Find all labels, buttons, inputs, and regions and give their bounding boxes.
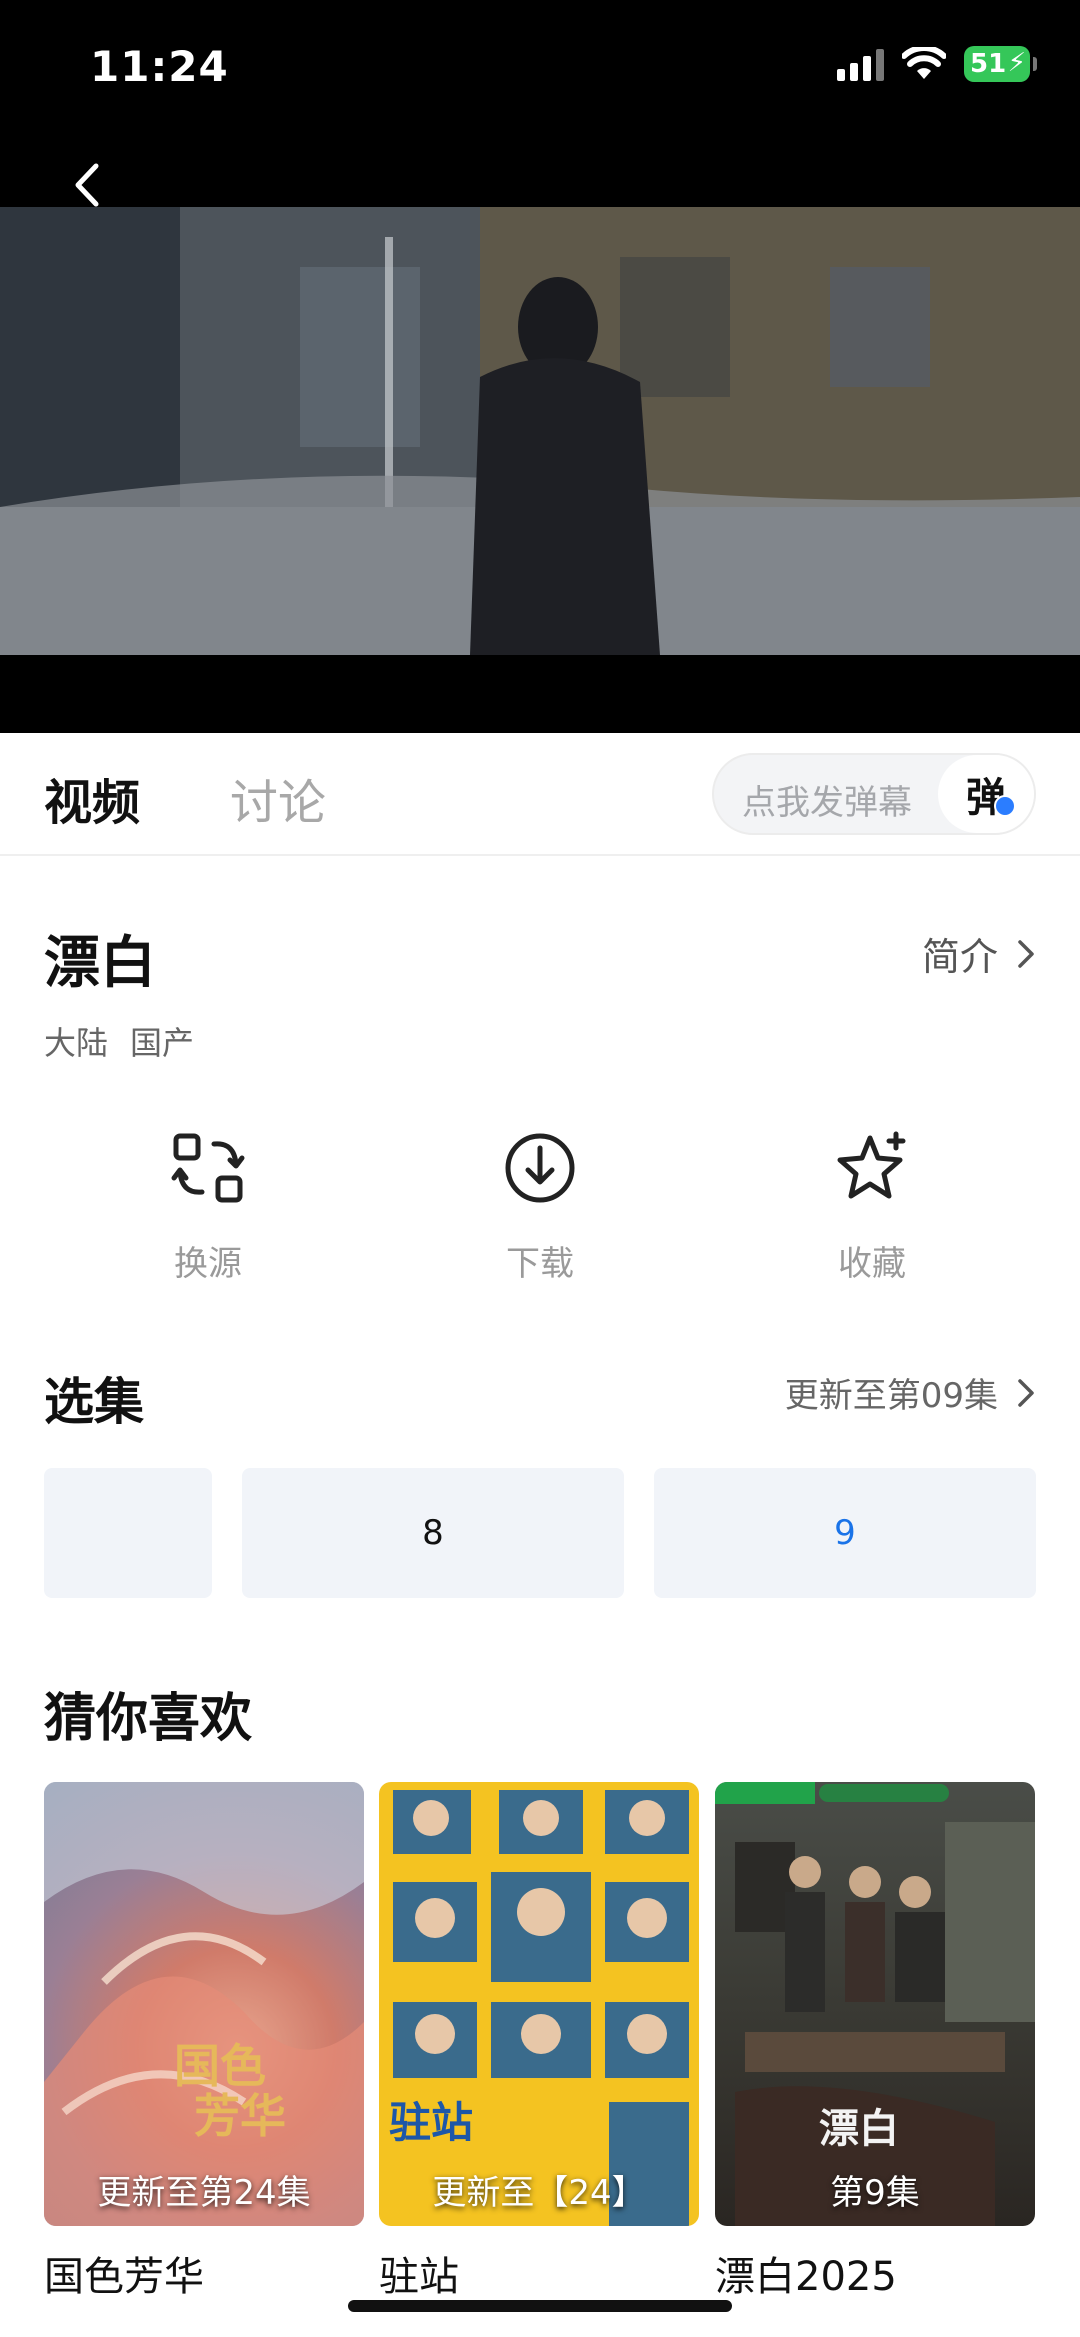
intro-label: 简介 (921, 935, 998, 979)
recommend-title: 猜你喜欢 (44, 1689, 253, 1749)
episode-number: 8 (422, 1513, 444, 1553)
back-arrow-icon[interactable] (64, 160, 114, 210)
recommend-name: 漂白2025 (715, 2254, 897, 2300)
tag-origin: 国产 (130, 1024, 195, 1062)
switch-source-icon (171, 1133, 245, 1203)
svg-text:国色: 国色 (174, 2039, 266, 2093)
page-title: 漂白 (44, 931, 156, 996)
video-scene (0, 207, 1080, 655)
episodes-update-text: 更新至第09集 (784, 1376, 998, 1416)
tab-video[interactable]: 视频 (44, 763, 140, 833)
poster-badge: 更新至第24集 (97, 2173, 311, 2213)
intro-link[interactable]: 简介 (922, 926, 1036, 981)
svg-text:漂白: 漂白 (819, 2106, 899, 2152)
download-button[interactable]: 下载 (440, 1130, 640, 1285)
poster-badge: 更新至【24】 (432, 2173, 646, 2213)
tabs-bar: 视频 讨论 点我发弹幕 弹 (0, 733, 1080, 856)
status-icons: 51 ⚡ (837, 46, 1037, 82)
check-badge-icon (994, 795, 1016, 817)
danmu-toggle-button[interactable]: 弹 (938, 755, 1034, 833)
battery-icon: 51 ⚡ (964, 46, 1037, 82)
poster-image[interactable]: 国色 芳华 更新至第24集 (44, 1782, 364, 2226)
episode-number: 9 (834, 1513, 856, 1553)
svg-text:芳华: 芳华 (194, 2089, 286, 2143)
recommend-name: 驻站 (379, 2254, 459, 2300)
danmu-input[interactable]: 点我发弹幕 弹 (712, 753, 1036, 835)
switch-source-label: 换源 (174, 1244, 242, 1284)
switch-source-button[interactable]: 换源 (108, 1130, 308, 1285)
recommend-card[interactable]: 驻站 更新至【24】 驻站 (379, 1782, 699, 2302)
status-time: 11:24 (90, 42, 229, 91)
danmu-placeholder: 点我发弹幕 (742, 783, 912, 823)
svg-text:驻站: 驻站 (389, 2098, 473, 2147)
action-row: 换源 下载 收藏 (0, 1130, 1080, 1284)
recommend-card[interactable]: 漂白 第9集 漂白2025 (715, 1782, 1035, 2302)
episodes-more-link[interactable]: 更新至第09集 (785, 1368, 1036, 1417)
poster-badge: 第9集 (830, 2173, 920, 2213)
video-frame[interactable] (0, 207, 1080, 655)
episodes-title: 选集 (44, 1373, 144, 1431)
battery-level: 51 (970, 49, 1007, 79)
favorite-button[interactable]: 收藏 (772, 1130, 972, 1285)
recommend-card[interactable]: 国色 芳华 更新至第24集 国色芳华 (44, 1782, 364, 2302)
chevron-right-icon (1018, 939, 1034, 968)
recommend-name: 国色芳华 (44, 2254, 204, 2300)
poster-art: 驻站 (389, 1790, 689, 2226)
favorite-label: 收藏 (838, 1244, 906, 1284)
show-tags: 大陆 国产 (44, 1018, 194, 1064)
video-player[interactable]: 11:24 51 ⚡ (0, 0, 1080, 733)
cellular-signal-icon (837, 47, 884, 81)
wifi-icon (902, 47, 946, 79)
home-indicator[interactable] (348, 2300, 732, 2312)
poster-art: 国色 芳华 (44, 1782, 364, 2226)
poster-image[interactable]: 驻站 更新至【24】 (379, 1782, 699, 2226)
tab-discussion[interactable]: 讨论 (230, 763, 326, 833)
episode-card[interactable] (44, 1468, 212, 1598)
tag-region: 大陆 (44, 1024, 109, 1062)
download-label: 下载 (506, 1244, 574, 1284)
chevron-right-icon (1018, 1378, 1034, 1407)
episode-card[interactable]: 8 (242, 1468, 624, 1598)
favorite-star-icon (837, 1131, 906, 1199)
episode-card-active[interactable]: 9 (654, 1468, 1036, 1598)
poster-art: 漂白 (715, 1782, 1035, 2226)
poster-image[interactable]: 漂白 第9集 (715, 1782, 1035, 2226)
download-icon (505, 1133, 575, 1203)
